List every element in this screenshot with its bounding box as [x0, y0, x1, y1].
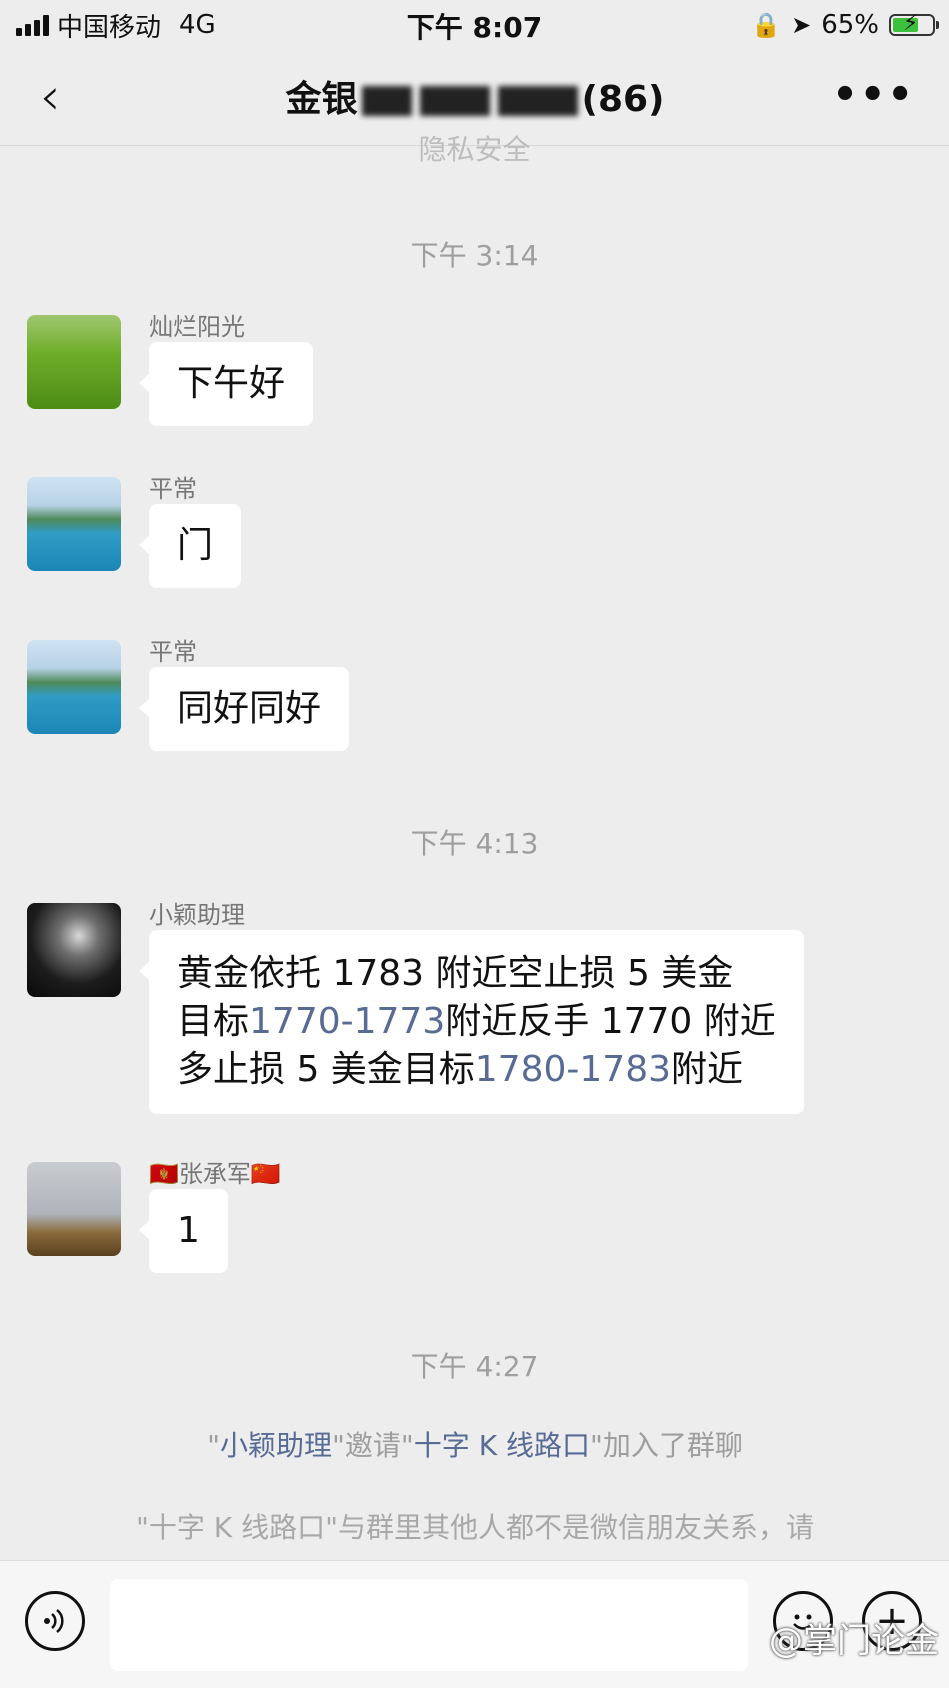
- system-text: "邀请": [332, 1429, 414, 1462]
- message-line: 黄金依托 1783 附近空止损 5 美金: [177, 950, 776, 998]
- message-bubble[interactable]: 同好同好: [138, 667, 350, 751]
- avatar[interactable]: [27, 315, 121, 409]
- system-text: "加入了群聊: [589, 1429, 743, 1462]
- chat-screen: 中国移动 4G 下午 8:07 🔒 ➤ 65% ⚡ ‹ 金银 (86) ••• 隐…: [0, 0, 949, 1688]
- sender-name: 小颖助理: [149, 901, 245, 929]
- message-link[interactable]: 1780-1783: [475, 1049, 671, 1090]
- sender-name: 灿烂阳光: [149, 313, 245, 341]
- message-link[interactable]: 1770-1773: [249, 1001, 445, 1042]
- location-icon: ➤: [791, 11, 812, 39]
- status-right: 🔒 ➤ 65% ⚡: [751, 8, 939, 42]
- message-bubble[interactable]: 下午好: [138, 342, 314, 426]
- message-text: 黄金依托 1783 附近空止损 5 美金: [177, 953, 734, 994]
- input-bar: + @掌门论金: [0, 1560, 949, 1688]
- watermark: @掌门论金: [769, 1621, 939, 1661]
- battery-icon: ⚡: [889, 11, 939, 36]
- voice-icon-glyph: [44, 1609, 64, 1633]
- battery-percent: 65%: [821, 10, 879, 40]
- message-line: 多止损 5 美金目标1780-1783附近: [177, 1046, 776, 1094]
- sender-name: 🇲🇪张承军🇨🇳: [149, 1154, 281, 1189]
- voice-icon[interactable]: [25, 1591, 85, 1651]
- chat-title: 金银 (86): [150, 70, 800, 122]
- system-text: ": [207, 1429, 221, 1462]
- redacted-block: [419, 86, 490, 116]
- charging-icon: ⚡: [903, 11, 919, 36]
- member-count: (86): [581, 79, 665, 120]
- sender-name: 平常: [149, 638, 197, 666]
- user-link[interactable]: 小颖助理: [220, 1429, 332, 1462]
- sender-name: 平常: [149, 475, 197, 503]
- avatar[interactable]: [27, 903, 121, 997]
- chat-title-start: 金银: [285, 79, 358, 120]
- privacy-notice: 隐私安全: [418, 133, 531, 162]
- message-text: 目标: [177, 1001, 250, 1042]
- timestamp: 下午 3:14: [410, 239, 539, 272]
- avatar[interactable]: [27, 477, 121, 571]
- redacted-block: [361, 86, 412, 116]
- more-icon[interactable]: •••: [832, 75, 915, 115]
- rotation-lock-icon: 🔒: [751, 11, 782, 39]
- message-text: 多止损 5 美金目标: [177, 1049, 475, 1090]
- message-bubble[interactable]: 门: [138, 504, 242, 588]
- avatar[interactable]: [27, 1162, 121, 1256]
- message-bubble[interactable]: 1: [139, 1189, 228, 1273]
- redacted-block: [497, 86, 578, 116]
- flag-icon: 🇲🇪: [149, 1160, 179, 1188]
- message-bubble[interactable]: 黄金依托 1783 附近空止损 5 美金 目标1770-1773附近反手 177…: [139, 930, 804, 1114]
- sender-name-text: 张承军: [178, 1160, 251, 1188]
- chevron-left-icon[interactable]: ‹: [30, 67, 70, 127]
- timestamp: 下午 4:27: [410, 1350, 539, 1383]
- message-text: 附近: [671, 1049, 744, 1090]
- message-line: 目标1770-1773附近反手 1770 附近: [177, 998, 776, 1046]
- flag-icon: 🇨🇳: [250, 1160, 281, 1188]
- system-message-notice: "十字 K 线路口"与群里其他人都不是微信朋友关系，请: [136, 1511, 814, 1544]
- message-input[interactable]: [110, 1579, 748, 1671]
- user-link[interactable]: 十字 K 线路口: [414, 1429, 590, 1462]
- timestamp: 下午 4:13: [410, 827, 539, 860]
- message-text: 附近反手 1770 附近: [445, 1001, 776, 1042]
- status-bar: 中国移动 4G 下午 8:07 🔒 ➤ 65% ⚡: [0, 0, 949, 50]
- system-message-invite: "小颖助理"邀请"十字 K 线路口"加入了群聊: [40, 1424, 910, 1464]
- avatar[interactable]: [27, 640, 121, 734]
